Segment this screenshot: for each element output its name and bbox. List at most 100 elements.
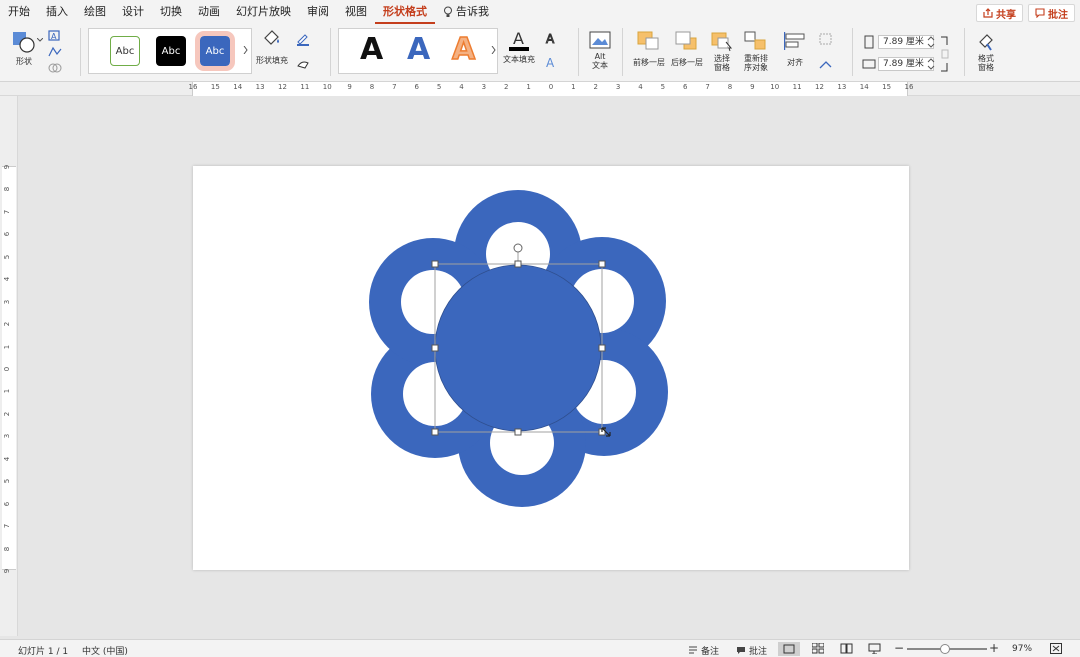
slide-count: 幻灯片 1 / 1 xyxy=(18,647,69,657)
zoom-slider[interactable] xyxy=(907,644,987,654)
text-effects-icon[interactable]: A xyxy=(544,56,558,70)
rotation-handle[interactable] xyxy=(513,243,523,253)
ruler-h-label: 6 xyxy=(683,83,688,91)
shapes-icon xyxy=(13,32,35,53)
resize-handle-nw[interactable] xyxy=(431,260,439,268)
resize-handle-w[interactable] xyxy=(431,344,439,352)
zoom-out-button[interactable]: − xyxy=(894,641,904,655)
height-stepper-icon[interactable] xyxy=(927,35,935,49)
pen-outline-icon[interactable] xyxy=(296,32,312,46)
ruler-h-label: 14 xyxy=(859,83,869,91)
zoom-in-button[interactable]: + xyxy=(989,641,999,655)
edit-shape-icon[interactable]: A xyxy=(48,30,62,42)
lock-aspect-icon[interactable] xyxy=(940,36,950,72)
tab-home[interactable]: 开始 xyxy=(0,0,38,24)
tab-design[interactable]: 设计 xyxy=(114,0,152,24)
style-blue-fill-selected[interactable]: Abc xyxy=(195,31,235,71)
selection-pane-icon xyxy=(711,32,733,52)
resize-handle-e[interactable] xyxy=(598,344,606,352)
text-fill-button[interactable]: A 文本填充 xyxy=(502,28,536,64)
tell-me-search[interactable]: 告诉我 xyxy=(435,0,497,24)
chevron-down-icon[interactable] xyxy=(37,38,43,42)
share-button[interactable]: 共享 xyxy=(976,4,1023,22)
resize-handle-s[interactable] xyxy=(514,428,522,436)
tab-slideshow[interactable]: 幻灯片放映 xyxy=(228,0,299,24)
ruler-h-label: 10 xyxy=(770,83,780,91)
text-outline-icon[interactable]: A xyxy=(544,32,558,46)
format-pane-label-1: 格式 xyxy=(978,54,994,63)
center-circle-shape[interactable] xyxy=(434,264,602,432)
chevron-right-icon[interactable] xyxy=(491,46,496,54)
reorder-objects-icon xyxy=(744,31,766,50)
resize-handle-n[interactable] xyxy=(514,260,522,268)
send-backward-button[interactable]: 后移一层 xyxy=(668,30,706,67)
reorder-objects-button[interactable]: 重新排 序对象 xyxy=(740,30,772,72)
group-icon[interactable] xyxy=(818,32,834,46)
shape-fill-button[interactable]: 形状填充 xyxy=(254,28,290,65)
ruler-h-label: 11 xyxy=(300,83,310,91)
ruler-h-label: 12 xyxy=(815,83,824,91)
height-field[interactable]: 7.89 厘米 xyxy=(878,35,934,49)
edit-points-icon[interactable] xyxy=(48,46,62,58)
status-bar: 幻灯片 1 / 1 中文 (中国) 备注 批注 − + 97% xyxy=(0,639,1080,657)
lightbulb-icon xyxy=(444,6,452,17)
notes-label: 备注 xyxy=(701,647,720,657)
style-black-fill[interactable]: Abc xyxy=(156,36,186,66)
selection-pane-button[interactable]: 选择 窗格 xyxy=(708,30,736,72)
wordart-blue[interactable]: A xyxy=(407,32,430,67)
fit-to-window-icon[interactable] xyxy=(1050,643,1062,654)
vertical-ruler: 9 8 7 6 5 4 3 2 1 0 1 2 3 4 5 6 7 8 9 xyxy=(0,96,18,636)
merge-shapes-icon[interactable] xyxy=(48,62,62,74)
text-fill-icon: A xyxy=(509,29,529,51)
tab-shape-format[interactable]: 形状格式 xyxy=(375,0,435,24)
resize-handle-ne[interactable] xyxy=(598,260,606,268)
bring-forward-button[interactable]: 前移一层 xyxy=(630,30,668,67)
tab-transitions[interactable]: 切换 xyxy=(152,0,190,24)
slide[interactable] xyxy=(193,166,909,570)
ruler-h-label: 13 xyxy=(837,83,847,91)
ruler-v-label: 5 xyxy=(3,254,12,259)
chevron-right-icon[interactable] xyxy=(243,46,248,54)
ruler-v-label: 0 xyxy=(3,366,12,372)
ruler-h-label: 5 xyxy=(660,83,666,91)
reading-view-icon[interactable] xyxy=(840,643,853,654)
align-icon xyxy=(784,32,805,50)
text-fill-label: 文本填充 xyxy=(503,55,535,64)
notes-button[interactable]: 备注 xyxy=(688,644,719,657)
shape-fill-label: 形状填充 xyxy=(256,56,288,65)
format-pane-button[interactable]: 格式 窗格 xyxy=(972,30,1000,72)
tab-view[interactable]: 视图 xyxy=(337,0,375,24)
alt-text-button[interactable]: Alt 文本 xyxy=(586,30,614,70)
normal-view-icon[interactable] xyxy=(778,642,800,656)
tab-insert[interactable]: 插入 xyxy=(38,0,76,24)
ruler-h-label: 8 xyxy=(727,83,733,91)
width-field[interactable]: 7.89 厘米 xyxy=(878,57,934,71)
zoom-level[interactable]: 97% xyxy=(1012,644,1032,654)
status-comments-button[interactable]: 批注 xyxy=(736,644,767,657)
align-button[interactable]: 对齐 xyxy=(778,30,812,67)
tab-animations[interactable]: 动画 xyxy=(190,0,228,24)
style-outline-green[interactable]: Abc xyxy=(110,36,140,66)
zoom-slider-thumb[interactable] xyxy=(940,644,950,654)
language-indicator[interactable]: 中文 (中国) xyxy=(82,644,128,657)
rotate-icon[interactable] xyxy=(818,58,834,72)
comments-button[interactable]: 批注 xyxy=(1028,4,1075,22)
ruler-h-label: 8 xyxy=(369,83,375,91)
tab-draw[interactable]: 绘图 xyxy=(76,0,114,24)
selection-pane-label-1: 选择 xyxy=(714,54,730,63)
shape-effects-icon[interactable] xyxy=(296,58,312,70)
shape-button[interactable]: 形状 xyxy=(8,30,40,66)
menu-bar: 开始 插入 绘图 设计 切换 动画 幻灯片放映 审阅 视图 形状格式 告诉我 xyxy=(0,0,1080,24)
ruler-v-label: 1 xyxy=(3,389,12,394)
svg-text:A: A xyxy=(513,29,524,48)
alt-text-label-2: 文本 xyxy=(592,61,608,70)
slide-sorter-icon[interactable] xyxy=(812,643,824,654)
wordart-black[interactable]: A xyxy=(360,32,383,67)
resize-handle-sw[interactable] xyxy=(431,428,439,436)
tab-review[interactable]: 审阅 xyxy=(299,0,337,24)
slideshow-icon[interactable] xyxy=(868,643,881,654)
width-stepper-icon[interactable] xyxy=(927,57,935,71)
wordart-orange-outline[interactable]: A xyxy=(451,31,476,68)
format-pane-label-2: 窗格 xyxy=(978,63,994,72)
ruler-h-label: 4 xyxy=(638,83,643,91)
